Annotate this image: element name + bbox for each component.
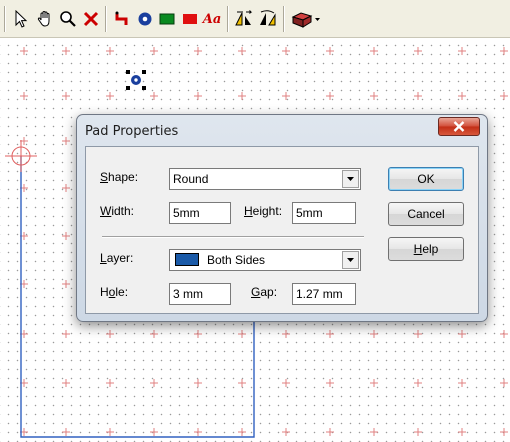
rotate-icon[interactable] xyxy=(256,7,280,31)
toolbar: Aa xyxy=(0,0,510,38)
toolbar-separator xyxy=(105,6,106,32)
pad-properties-dialog: Pad Properties Shape: Round Width: 5mm H… xyxy=(76,114,488,322)
layer-label: Layer: xyxy=(100,251,134,265)
toolbar-separator xyxy=(227,6,228,32)
dialog-title: Pad Properties xyxy=(85,124,179,139)
shape-value: Round xyxy=(173,172,209,186)
rectangle-red-icon[interactable] xyxy=(178,7,202,31)
chevron-down-icon[interactable] xyxy=(342,251,359,269)
track-icon[interactable] xyxy=(110,7,134,31)
selected-pad-icon xyxy=(126,70,146,90)
pad-icon[interactable] xyxy=(133,7,157,31)
cancel-button[interactable]: Cancel xyxy=(388,202,464,226)
divider xyxy=(102,236,364,238)
hole-label: Hole: xyxy=(100,285,129,299)
toolbar-separator xyxy=(283,6,284,32)
gap-label: Gap: xyxy=(251,285,278,299)
rectangle-fill-icon[interactable] xyxy=(155,7,179,31)
gap-input[interactable]: 1.27 mm xyxy=(292,283,356,305)
layer-select[interactable]: Both Sides xyxy=(169,249,361,271)
close-button[interactable] xyxy=(438,117,480,136)
close-icon xyxy=(453,121,465,132)
zoom-icon[interactable] xyxy=(56,7,80,31)
hole-input[interactable]: 3 mm xyxy=(169,283,231,305)
height-label: Height: xyxy=(244,204,283,218)
chevron-down-icon[interactable] xyxy=(342,170,359,188)
dialog-body: Shape: Round Width: 5mm Height: 5mm Laye… xyxy=(85,146,479,314)
toolbar-separator xyxy=(4,6,5,32)
width-input[interactable]: 5mm xyxy=(169,202,231,224)
flip-icon[interactable] xyxy=(232,7,256,31)
layer-value: Both Sides xyxy=(207,253,266,267)
pan-hand-icon[interactable] xyxy=(33,7,57,31)
shape-select[interactable]: Round xyxy=(169,168,361,190)
width-label: Width: xyxy=(100,204,135,218)
ok-button[interactable]: OK xyxy=(388,167,464,191)
delete-x-icon[interactable] xyxy=(79,7,103,31)
component-library-icon[interactable] xyxy=(289,7,323,31)
text-icon[interactable]: Aa xyxy=(200,7,224,31)
select-arrow-icon[interactable] xyxy=(9,7,33,31)
shape-label: Shape: xyxy=(100,170,139,184)
help-button[interactable]: Help xyxy=(388,237,464,261)
text-icon-label: Aa xyxy=(202,11,222,27)
origin-crosshair-icon xyxy=(5,140,37,172)
layer-color-swatch xyxy=(175,253,199,267)
height-input[interactable]: 5mm xyxy=(292,202,356,224)
